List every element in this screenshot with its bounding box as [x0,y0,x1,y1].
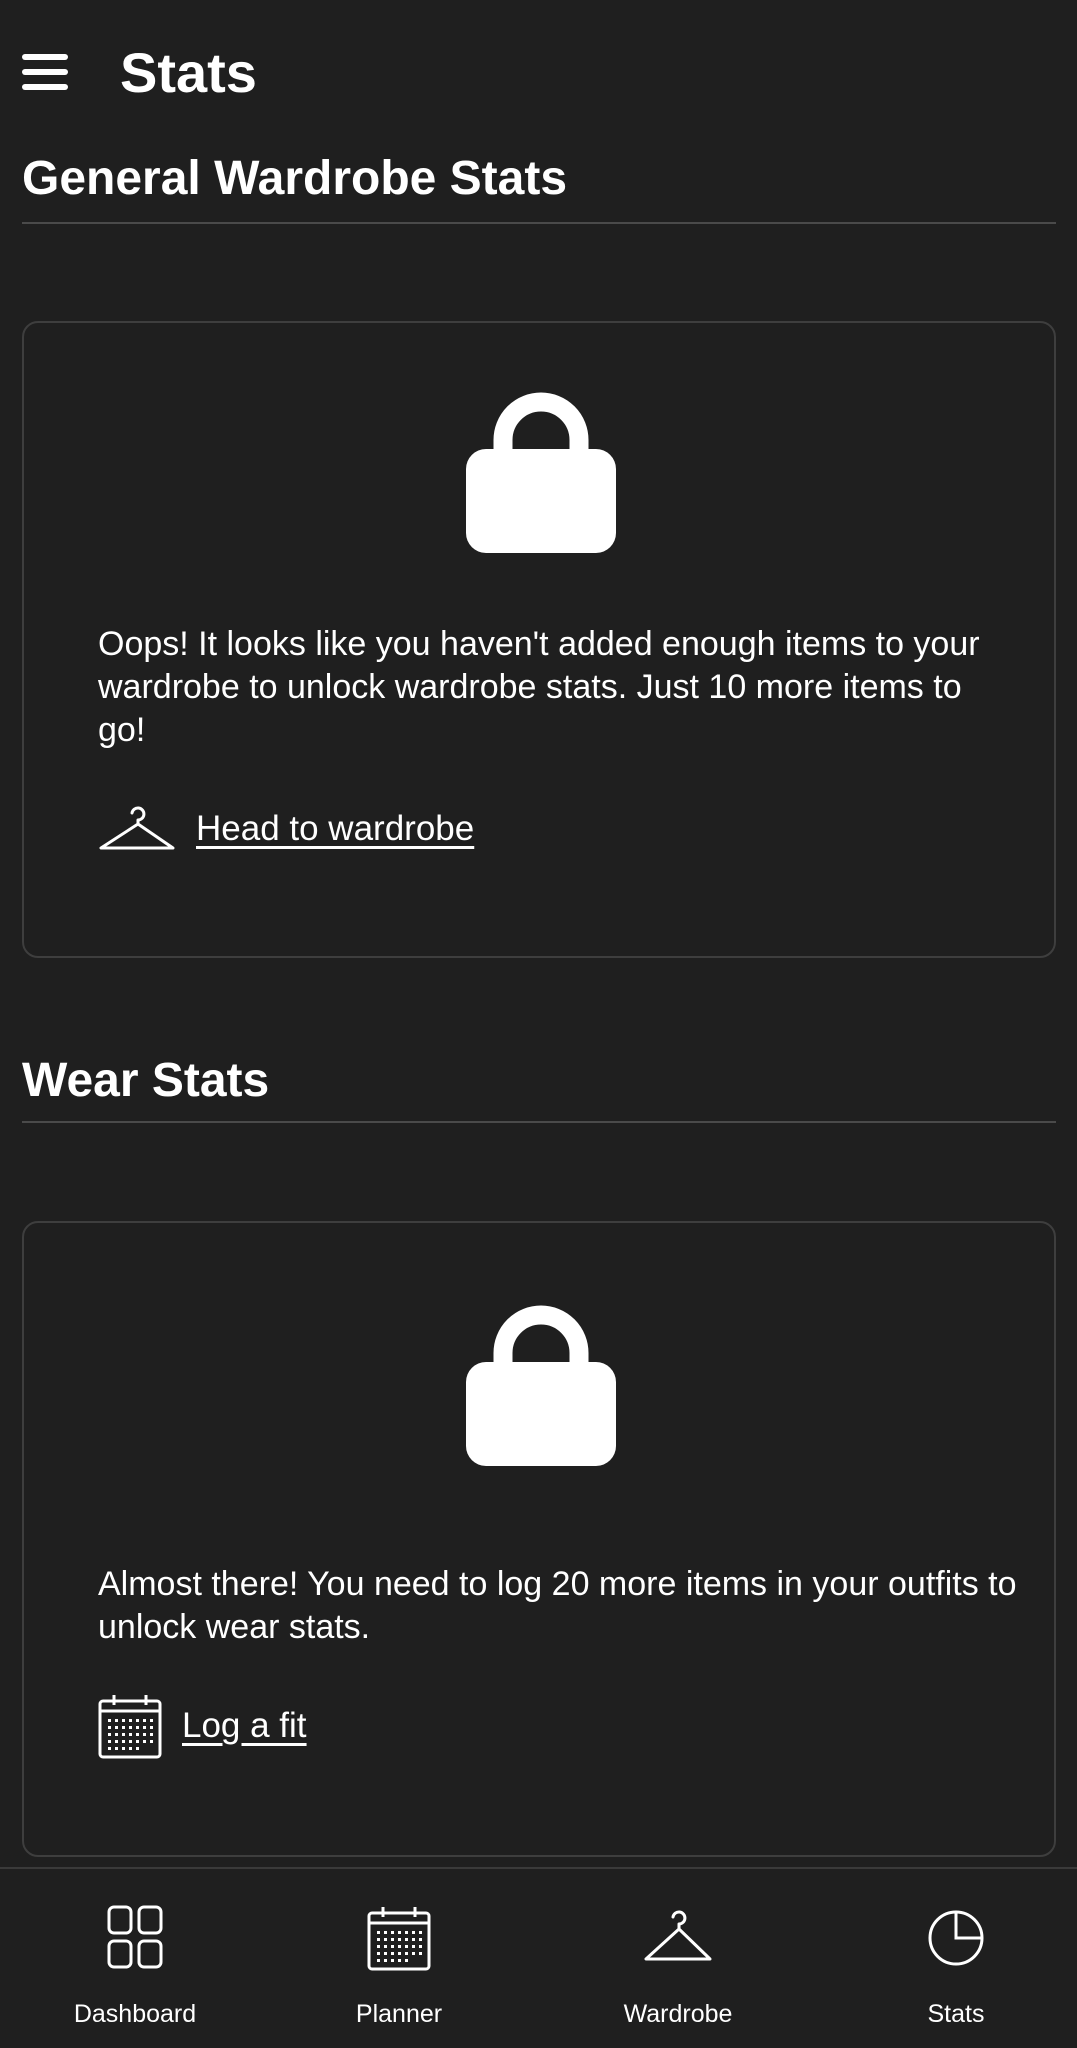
nav-planner[interactable]: Planner [264,1869,534,2048]
nav-planner-label: Planner [355,2000,443,2028]
nav-dashboard[interactable]: Dashboard [0,1869,270,2048]
log-a-fit-link[interactable]: Log a fit [98,1693,307,1759]
nav-stats-label: Stats [927,2000,985,2028]
wardrobe-stats-locked-card: Oops! It looks like you haven't added en… [22,321,1056,958]
nav-wardrobe[interactable]: Wardrobe [543,1869,813,2048]
stats-page: Stats General Wardrobe Stats Oops! It lo… [0,0,1077,2048]
lock-icon [466,385,616,553]
calendar-icon [98,1695,162,1759]
section-title-wear-stats: Wear Stats [22,1054,270,1107]
bottom-navigation: Dashboard Planner Wardrobe Stats [0,1867,1077,2048]
page-title: Stats [120,41,257,104]
wardrobe-stats-message: Oops! It looks like you haven't added en… [98,625,980,749]
head-to-wardrobe-label[interactable]: Head to wardrobe [196,807,474,851]
head-to-wardrobe-link[interactable]: Head to wardrobe [98,804,474,854]
dashboard-grid-icon [107,1905,163,1969]
section-divider [22,1121,1056,1123]
hanger-icon [644,1910,712,1961]
calendar-icon [367,1907,431,1971]
pie-chart-icon [928,1910,984,1966]
menu-button[interactable] [22,50,70,94]
wear-stats-message: Almost there! You need to log 20 more it… [98,1565,1017,1646]
lock-icon [466,1298,616,1466]
nav-wardrobe-label: Wardrobe [623,2000,733,2028]
hanger-icon [99,806,175,850]
nav-dashboard-label: Dashboard [73,2000,197,2028]
section-divider [22,222,1056,224]
nav-stats[interactable]: Stats [821,1869,1077,2048]
app-bar: Stats [0,0,1077,148]
hamburger-menu-icon [22,54,68,90]
section-title-general-wardrobe-stats: General Wardrobe Stats [22,152,568,205]
log-a-fit-label[interactable]: Log a fit [182,1704,307,1748]
wear-stats-locked-card: Almost there! You need to log 20 more it… [22,1221,1056,1857]
